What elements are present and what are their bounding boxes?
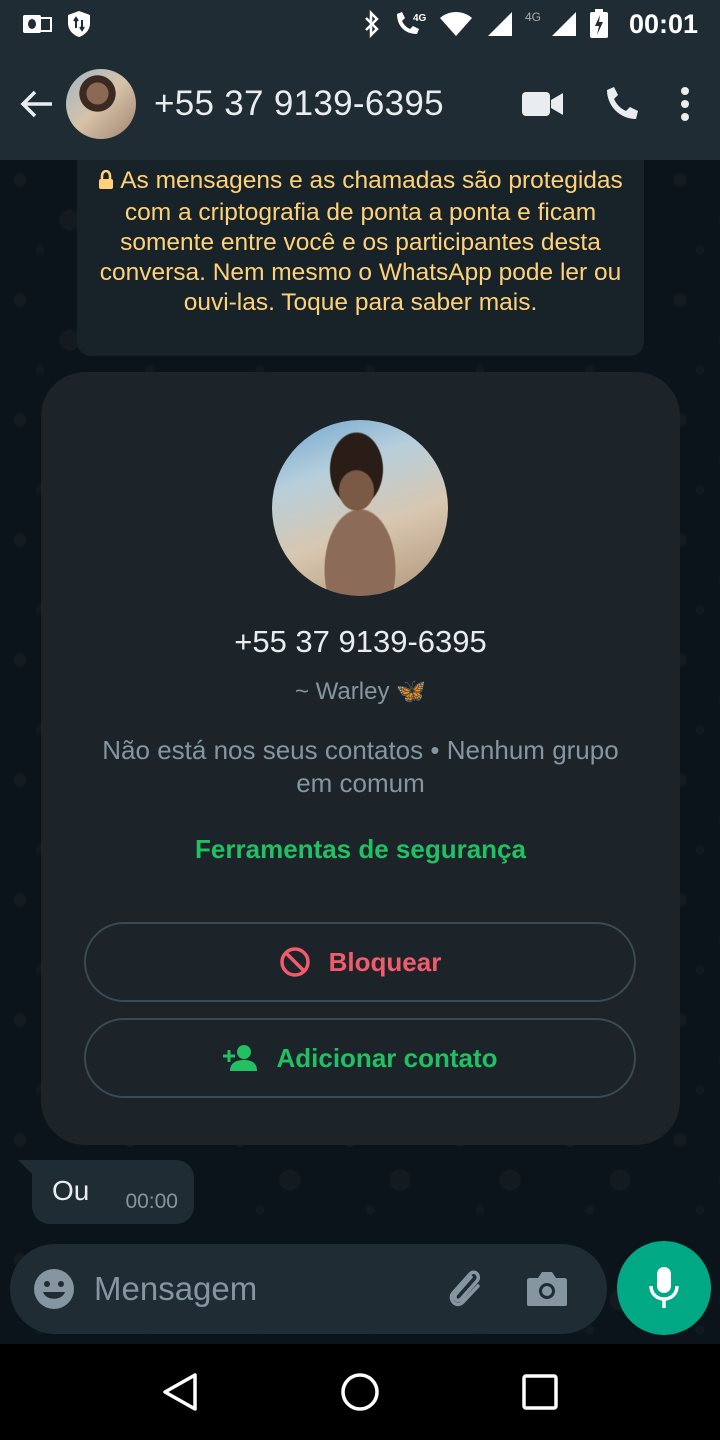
block-button[interactable]: Bloquear xyxy=(84,922,636,1002)
paperclip-icon xyxy=(449,1270,481,1307)
nav-recents-icon xyxy=(522,1374,558,1410)
emoji-button[interactable] xyxy=(30,1265,78,1313)
status-time: 00:01 xyxy=(628,8,698,39)
lock-icon xyxy=(98,168,114,198)
volte-call-icon: 4G xyxy=(393,10,427,38)
profile-photo[interactable] xyxy=(272,420,448,596)
more-options-button[interactable] xyxy=(680,86,690,122)
profile-push-name: ~ Warley 🦋 xyxy=(294,678,426,705)
voice-call-icon xyxy=(607,87,638,119)
add-contact-button[interactable]: Adicionar contato xyxy=(84,1018,636,1098)
status-bar: 4G 4G 00:01 xyxy=(0,0,720,48)
camera-icon xyxy=(527,1272,567,1306)
battery-charging-icon xyxy=(589,9,609,39)
incoming-message[interactable]: Ou 00:00 xyxy=(32,1160,194,1224)
profile-phone-number: +55 37 9139-6395 xyxy=(234,624,487,659)
back-button[interactable] xyxy=(8,75,66,133)
system-navigation-bar xyxy=(0,1344,720,1440)
contact-avatar[interactable] xyxy=(66,69,136,139)
safety-tools-link[interactable]: Ferramentas de segurança xyxy=(41,834,680,865)
add-person-icon xyxy=(223,1045,258,1071)
nav-home-button[interactable] xyxy=(330,1362,390,1422)
video-call-button[interactable] xyxy=(522,91,564,117)
signal-icon xyxy=(485,10,513,38)
encryption-notice[interactable]: As mensagens e as chamadas são protegida… xyxy=(77,160,644,356)
message-composer xyxy=(10,1244,607,1334)
bluetooth-icon xyxy=(363,10,381,38)
chat-title[interactable]: +55 37 9139-6395 xyxy=(154,84,444,124)
emoji-icon xyxy=(34,1269,74,1309)
outlook-icon xyxy=(22,12,52,36)
more-options-icon xyxy=(681,87,689,121)
profile-info-text: Não está nos seus contatos • Nenhum grup… xyxy=(102,735,619,798)
camera-button[interactable] xyxy=(522,1264,572,1314)
block-icon xyxy=(279,947,310,977)
nav-recents-button[interactable] xyxy=(510,1362,570,1422)
message-time: 00:00 xyxy=(125,1190,178,1213)
network-label-2: 4G xyxy=(525,10,541,24)
wifi-icon xyxy=(439,10,473,38)
nav-back-button[interactable] xyxy=(150,1362,210,1422)
voice-record-button[interactable] xyxy=(617,1241,711,1335)
add-contact-label: Adicionar contato xyxy=(276,1042,498,1073)
microphone-icon xyxy=(649,1267,679,1308)
back-arrow-icon xyxy=(20,90,52,118)
encryption-notice-text: As mensagens e as chamadas são protegida… xyxy=(99,167,623,316)
voice-call-button[interactable] xyxy=(604,86,640,122)
contact-profile-card: +55 37 9139-6395 ~ Warley 🦋 Não está nos… xyxy=(41,372,680,1145)
vpn-shield-icon xyxy=(66,10,92,38)
network-label-1: 4G xyxy=(413,13,427,24)
block-button-label: Bloquear xyxy=(328,946,442,977)
message-text: Ou xyxy=(52,1175,90,1206)
nav-back-icon xyxy=(163,1373,197,1411)
video-call-icon xyxy=(522,92,563,116)
attach-button[interactable] xyxy=(440,1264,490,1314)
chat-header: +55 37 9139-6395 xyxy=(0,48,720,160)
message-input[interactable] xyxy=(94,1270,434,1308)
nav-home-icon xyxy=(341,1373,379,1411)
signal-icon-2: 4G xyxy=(525,10,577,38)
